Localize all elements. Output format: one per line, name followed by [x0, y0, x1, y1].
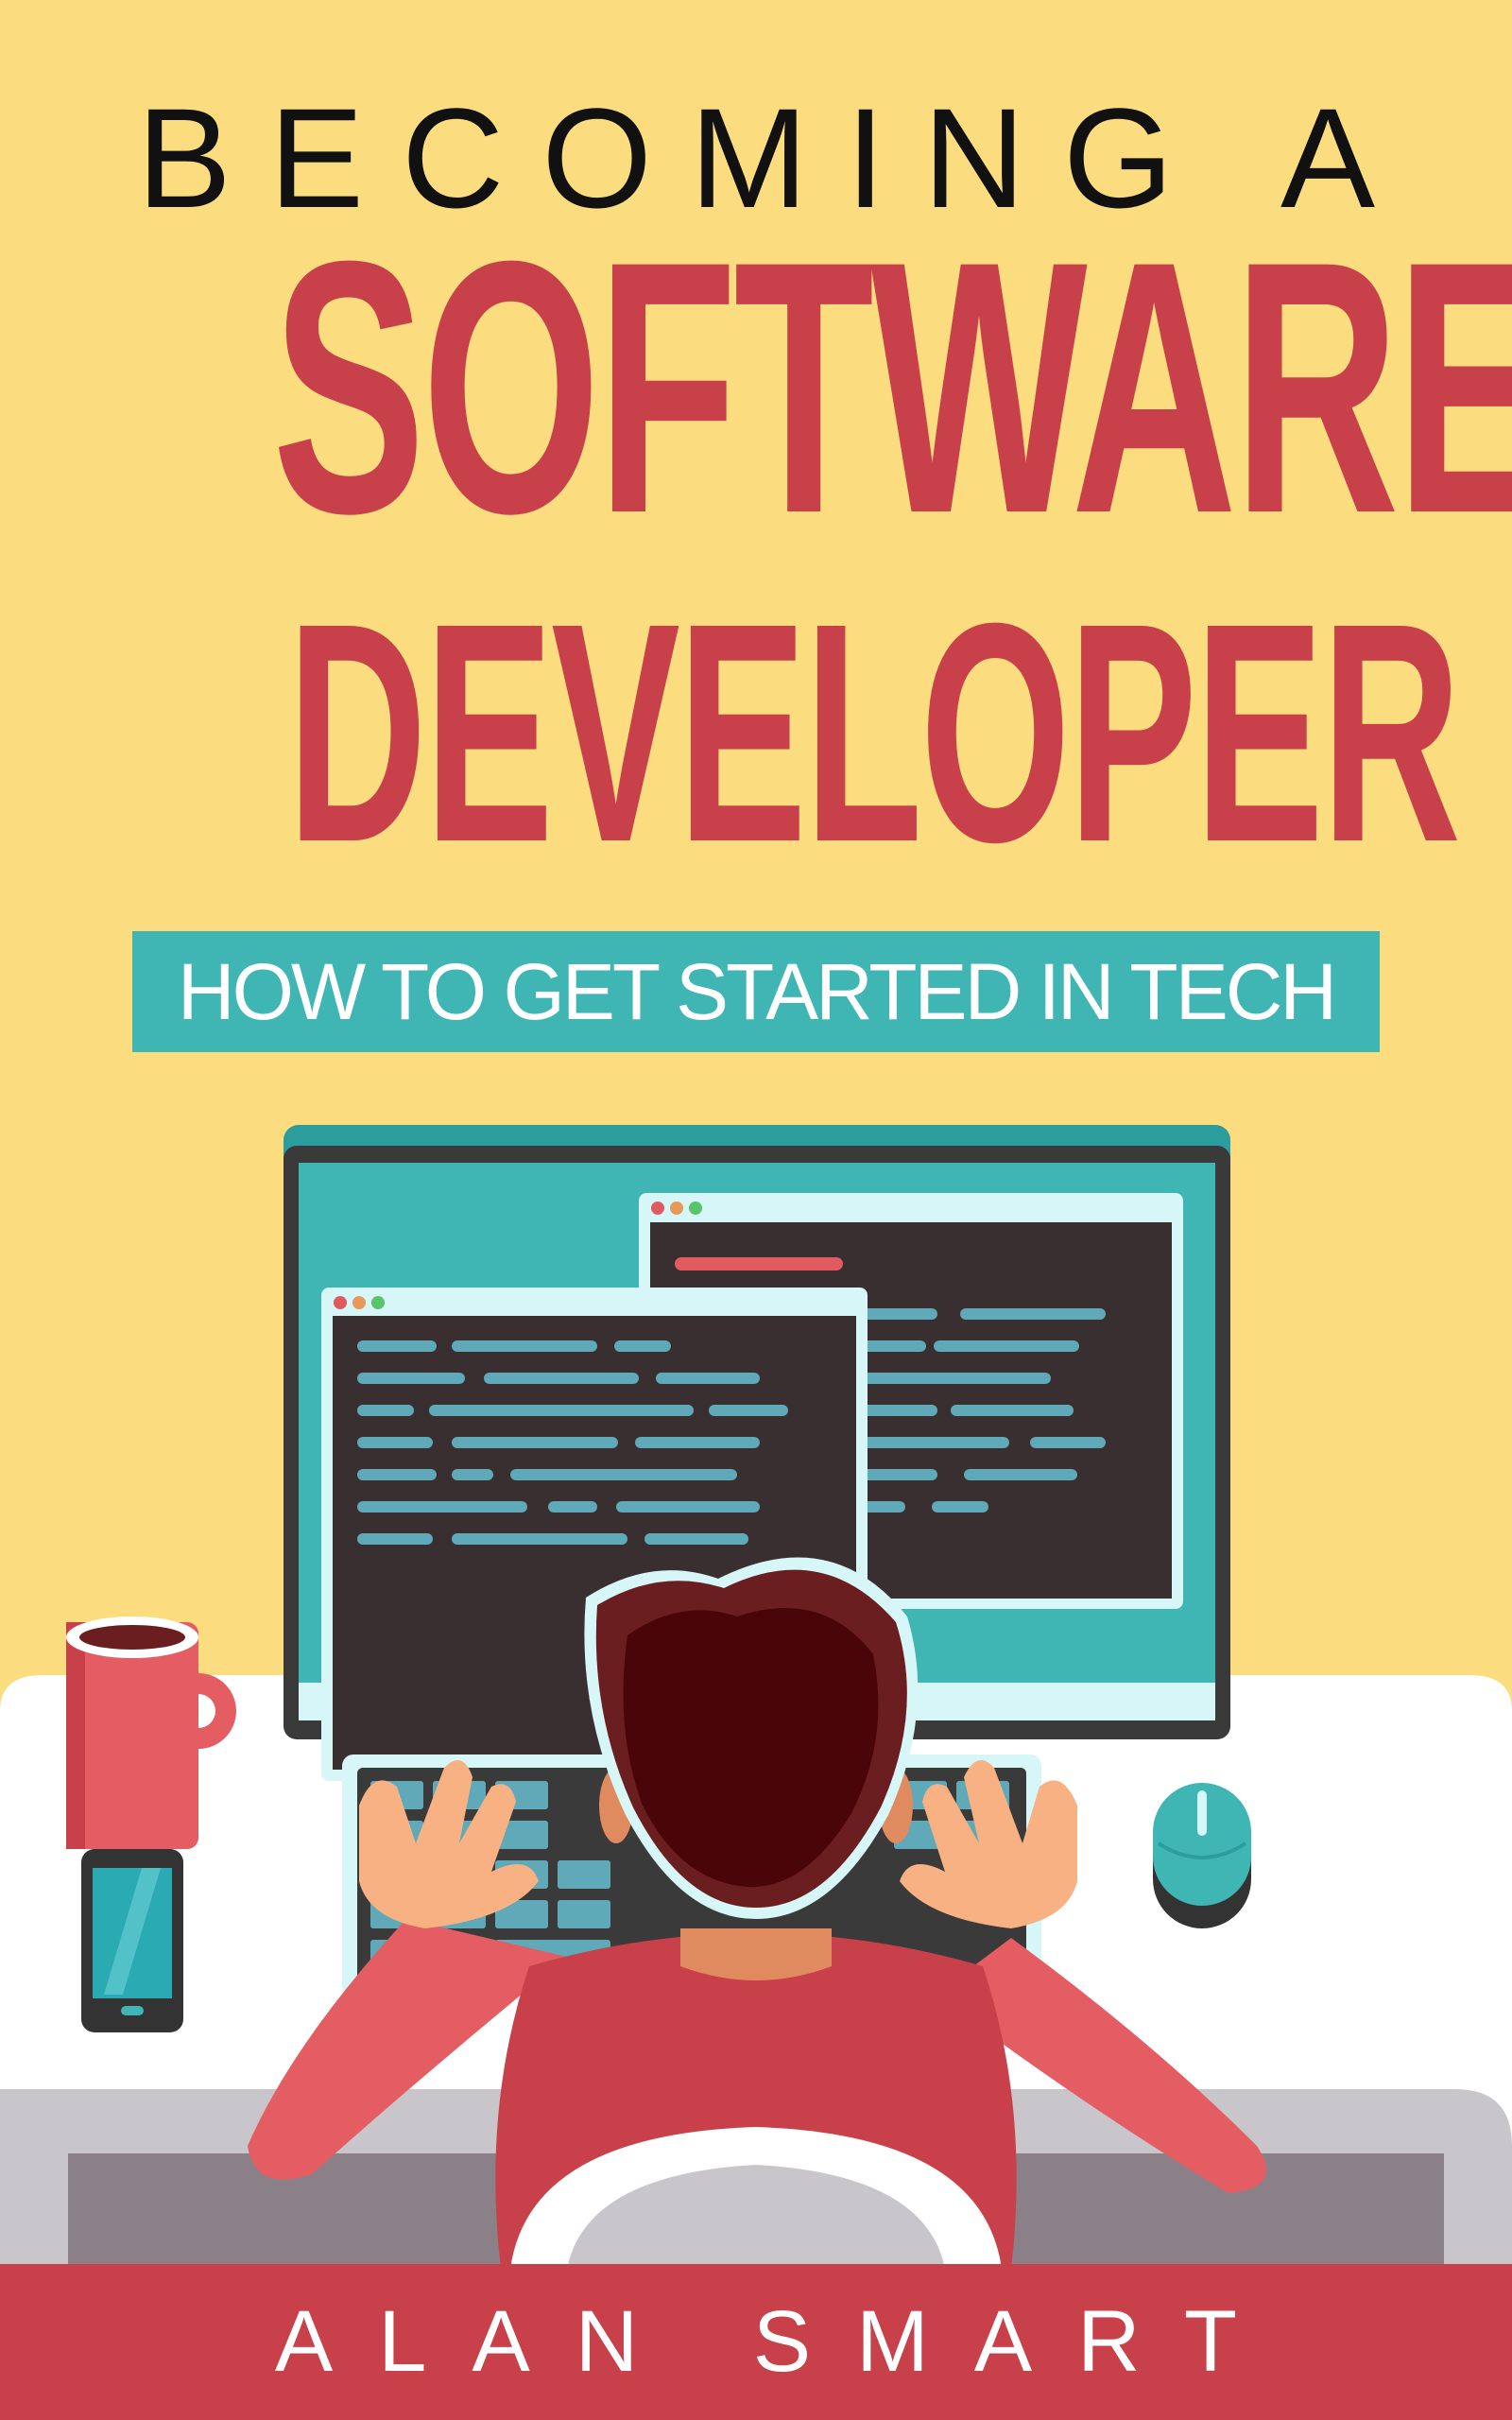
author-banner: ALAN SMART: [0, 2264, 1512, 2420]
smartphone-icon: [81, 1849, 183, 2032]
subtitle: HOW TO GET STARTED IN TECH: [177, 946, 1337, 1036]
book-cover: BECOMING A SOFTWARE DEVELOPER HOW TO GET…: [0, 0, 1512, 2420]
mouse-icon: [1153, 1783, 1251, 1928]
author-name: ALAN SMART: [274, 2293, 1283, 2390]
title-line-1: SOFTWARE: [272, 186, 1512, 588]
developer-illustration: [0, 1125, 1512, 2269]
title-line-2: DEVELOPER: [287, 558, 1461, 907]
subtitle-banner: HOW TO GET STARTED IN TECH: [132, 931, 1380, 1052]
